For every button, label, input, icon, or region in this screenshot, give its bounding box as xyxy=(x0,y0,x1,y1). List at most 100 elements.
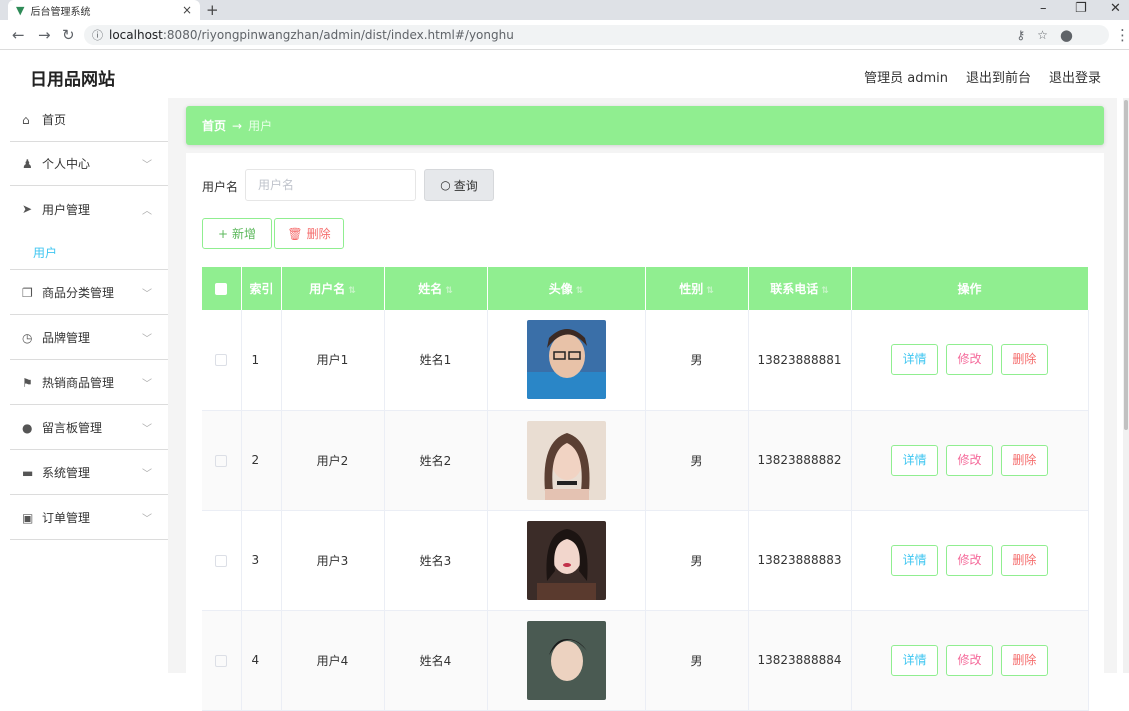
plus-icon: + xyxy=(217,226,229,241)
menu-icon[interactable]: ⋮ xyxy=(1115,26,1129,44)
delete-button[interactable]: 删除 xyxy=(1000,444,1048,476)
detail-button[interactable]: 详情 xyxy=(891,444,939,476)
cell-username: 用户2 xyxy=(281,410,385,511)
delete-button[interactable]: 删除 xyxy=(1000,644,1048,676)
column-header-name[interactable]: 姓名 ⇅ xyxy=(384,267,488,310)
site-logo: 日用品网站 xyxy=(30,70,115,90)
restore-icon[interactable]: ❐ xyxy=(1075,1,1087,16)
search-label: 用户名 xyxy=(202,180,239,194)
sidebar-item-label: 系统管理 xyxy=(42,466,91,480)
sidebar-subitem-user[interactable]: 用户 xyxy=(33,244,57,261)
cell-name: 姓名4 xyxy=(384,610,488,711)
cell-phone: 13823888884 xyxy=(748,610,852,711)
breadcrumb-home[interactable]: 首页 xyxy=(202,117,226,134)
column-header-label: 联系电话 xyxy=(770,282,819,296)
edit-button[interactable]: 修改 xyxy=(946,344,993,376)
profile-icon[interactable]: ● xyxy=(1060,26,1073,44)
table-row: 2 用户2 姓名2 男 13823888882 详情 修改 删除 xyxy=(202,410,1089,511)
query-button[interactable]: ○ 查询 xyxy=(424,169,494,201)
sidebar-item-category[interactable]: ❐ 商品分类管理 ﹀ xyxy=(10,271,168,315)
table-row: 1 用户1 姓名1 男 13823888881 详情 修改 删除 xyxy=(202,310,1089,411)
column-header-label: 姓名 xyxy=(418,282,443,296)
pin-icon: ● xyxy=(22,420,33,435)
close-window-icon[interactable]: ✕ xyxy=(1110,1,1121,16)
column-header-username[interactable]: 用户名 ⇅ xyxy=(281,267,385,310)
logout-link[interactable]: 退出登录 xyxy=(1049,67,1101,86)
search-input[interactable] xyxy=(245,169,416,201)
row-checkbox[interactable] xyxy=(202,310,242,411)
tab-title: 后台管理系统 xyxy=(30,6,91,18)
back-icon[interactable]: ← xyxy=(12,26,25,44)
column-header-gender[interactable]: 性别 ⇅ xyxy=(645,267,749,310)
sort-icon: ⇅ xyxy=(821,286,829,296)
sidebar-item-hot-products[interactable]: ⚑ 热销商品管理 ﹀ xyxy=(10,361,168,405)
exit-to-front-link[interactable]: 退出到前台 xyxy=(966,67,1031,86)
column-header-phone[interactable]: 联系电话 ⇅ xyxy=(748,267,852,310)
cell-gender: 男 xyxy=(645,310,749,411)
sidebar-item-home[interactable]: ⌂ 首页 xyxy=(10,98,168,142)
column-header-actions: 操作 xyxy=(851,267,1089,310)
tab-close-icon[interactable]: × xyxy=(182,3,192,17)
scrollbar-thumb[interactable] xyxy=(1124,100,1128,430)
key-icon[interactable]: ⚷ xyxy=(1016,28,1025,42)
sidebar-item-users[interactable]: ➤ 用户管理 ︿ xyxy=(10,187,168,231)
select-all-checkbox[interactable] xyxy=(202,267,242,310)
edit-button[interactable]: 修改 xyxy=(946,644,993,676)
edit-button[interactable]: 修改 xyxy=(946,444,993,476)
new-tab-icon[interactable]: + xyxy=(206,1,219,19)
cell-index: 1 xyxy=(241,310,282,411)
reload-icon[interactable]: ↻ xyxy=(62,26,75,44)
cell-index: 3 xyxy=(241,510,282,611)
detail-button[interactable]: 详情 xyxy=(891,644,939,676)
address-bar: ← → ↻ ⓘ localhost:8080/riyongpinwangzhan… xyxy=(0,20,1129,50)
detail-button[interactable]: 详情 xyxy=(891,544,939,576)
batch-delete-label: 删除 xyxy=(306,227,331,241)
cell-avatar xyxy=(487,310,646,411)
breadcrumb-arrow: → xyxy=(232,118,243,133)
column-header-avatar[interactable]: 头像 ⇅ xyxy=(487,267,646,310)
cell-actions: 详情 修改 删除 xyxy=(851,310,1089,411)
minimize-icon[interactable]: – xyxy=(1040,1,1047,16)
column-header-label: 用户名 xyxy=(309,282,346,296)
star-icon[interactable]: ☆ xyxy=(1037,28,1048,42)
cell-name: 姓名3 xyxy=(384,510,488,611)
row-checkbox[interactable] xyxy=(202,610,242,711)
avatar[interactable] xyxy=(526,520,606,600)
column-header-label: 头像 xyxy=(548,282,573,296)
cell-gender: 男 xyxy=(645,410,749,511)
sort-icon: ⇅ xyxy=(348,286,356,296)
forward-icon[interactable]: → xyxy=(38,26,51,44)
user-icon: ♟ xyxy=(22,156,33,171)
url-field[interactable]: ⓘ localhost:8080/riyongpinwangzhan/admin… xyxy=(84,25,1109,45)
row-checkbox[interactable] xyxy=(202,510,242,611)
add-button[interactable]: + 新增 xyxy=(202,218,272,249)
sidebar-item-system[interactable]: ▬ 系统管理 ﹀ xyxy=(10,451,168,495)
batch-delete-button[interactable]: 🗑 删除 xyxy=(274,218,344,249)
sidebar-item-label: 用户管理 xyxy=(42,202,91,217)
detail-button[interactable]: 详情 xyxy=(891,344,939,376)
avatar[interactable] xyxy=(526,320,606,400)
sidebar-item-messages[interactable]: ● 留言板管理 ﹀ xyxy=(10,406,168,450)
edit-button[interactable]: 修改 xyxy=(946,544,993,576)
cell-avatar xyxy=(487,410,646,511)
breadcrumb: 首页 → 用户 xyxy=(186,106,1104,145)
chevron-down-icon: ﹀ xyxy=(142,469,152,480)
avatar[interactable] xyxy=(526,620,606,700)
sort-icon: ⇅ xyxy=(445,286,453,296)
sidebar-item-orders[interactable]: ▣ 订单管理 ﹀ xyxy=(10,496,168,540)
info-icon: ⓘ xyxy=(92,29,103,42)
sidebar-item-label: 热销商品管理 xyxy=(42,376,115,390)
breadcrumb-current: 用户 xyxy=(248,119,273,133)
content-panel: 用户名 ○ 查询 + 新增 🗑 删除 索引 用户名⇅ 姓名⇅ xyxy=(186,153,1104,711)
row-checkbox[interactable] xyxy=(202,410,242,511)
browser-tab[interactable]: ▼ 后台管理系统 × xyxy=(8,0,200,20)
sidebar-item-brand[interactable]: ◷ 品牌管理 ﹀ xyxy=(10,316,168,360)
avatar[interactable] xyxy=(526,420,606,500)
chevron-down-icon: ﹀ xyxy=(142,514,152,525)
sidebar-item-profile[interactable]: ♟ 个人中心 ﹀ xyxy=(10,142,168,186)
cell-avatar xyxy=(487,610,646,711)
admin-label: 管理员 admin xyxy=(864,71,948,86)
delete-button[interactable]: 删除 xyxy=(1000,544,1048,576)
table-header-row: 索引 用户名 ⇅ 姓名 ⇅ 头像 ⇅ 性别 ⇅ 联系电话 ⇅ 操作 xyxy=(202,267,1089,310)
delete-button[interactable]: 删除 xyxy=(1000,344,1048,376)
